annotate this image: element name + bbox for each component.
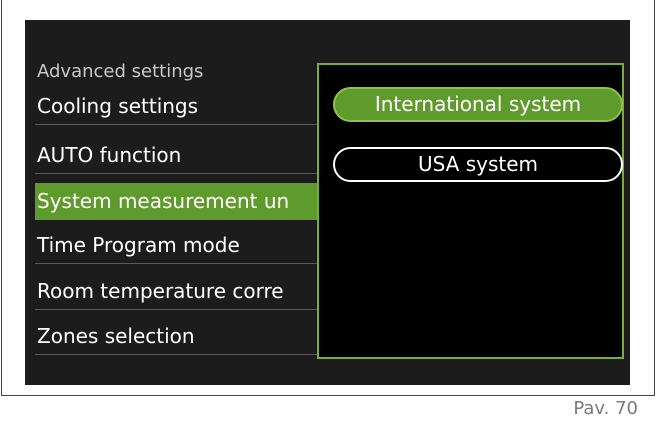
menu-item-system-measurement-units[interactable]: System measurement un <box>35 183 317 220</box>
menu-item-label: AUTO function <box>37 143 182 167</box>
frame-bottom-edge <box>1 395 655 396</box>
menu-item-label: System measurement un <box>37 189 290 213</box>
figure-caption: Pav. 70 <box>573 398 638 419</box>
menu-heading: Advanced settings <box>37 61 204 82</box>
option-international-system[interactable]: International system <box>333 87 623 122</box>
frame-right-edge <box>654 0 655 396</box>
menu-item-time-program-mode[interactable]: Time Program mode <box>35 227 317 264</box>
menu-item-cooling-settings[interactable]: Cooling settings <box>35 88 317 125</box>
menu-item-label: Cooling settings <box>37 94 199 118</box>
menu-item-room-temperature-correction[interactable]: Room temperature corre <box>35 273 317 310</box>
menu-item-label: Room temperature corre <box>37 279 284 303</box>
menu-item-auto-function[interactable]: AUTO function <box>35 137 317 174</box>
menu-item-label: Time Program mode <box>37 233 240 257</box>
option-usa-system[interactable]: USA system <box>333 147 623 182</box>
menu-item-zones-selection[interactable]: Zones selection <box>35 318 317 355</box>
menu-item-label: Zones selection <box>37 324 195 348</box>
frame-left-edge <box>1 0 2 396</box>
